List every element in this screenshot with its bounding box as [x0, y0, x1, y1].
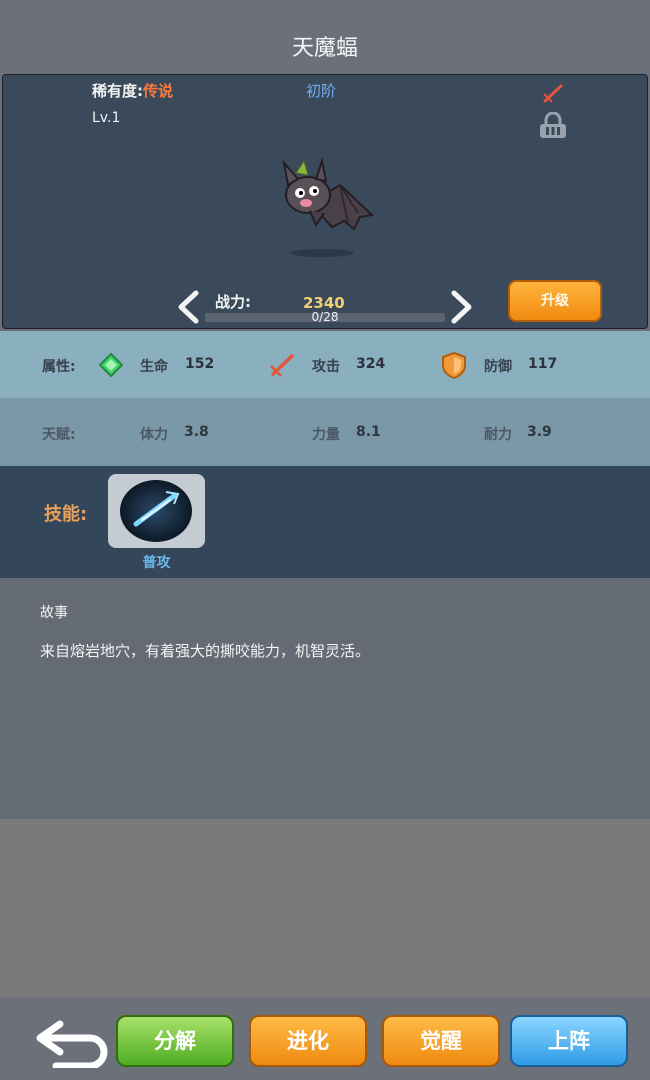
skills-band: [0, 466, 650, 578]
attributes-label: 属性:: [42, 359, 76, 375]
rarity-label: 稀有度:: [92, 82, 143, 100]
talent-value-stamina: 3.8: [184, 424, 209, 440]
decompose-button[interactable]: 分解: [116, 1015, 234, 1067]
level-label: Lv.1: [92, 110, 121, 126]
story-text: 来自熔岩地穴，有着强大的撕咬能力，机智灵活。: [40, 642, 371, 660]
talent-name-stamina: 体力: [140, 427, 168, 443]
awaken-button[interactable]: 觉醒: [382, 1015, 500, 1067]
page-title: 天魔蝠: [291, 36, 358, 61]
talent-name-strength: 力量: [312, 427, 340, 443]
bat-monster-sprite: [282, 157, 375, 257]
back-arrow-icon[interactable]: [34, 1018, 112, 1068]
upgrade-button[interactable]: 升级: [508, 280, 602, 322]
equip-sword-icon[interactable]: [540, 82, 566, 104]
sword-icon: [270, 354, 294, 377]
attr-name-life: 生命: [140, 359, 168, 375]
evolve-button[interactable]: 进化: [249, 1015, 367, 1067]
next-arrow-icon[interactable]: [450, 290, 474, 324]
attr-value-life: 152: [185, 356, 215, 372]
empty-area: [0, 819, 650, 997]
attr-value-attack: 324: [356, 356, 386, 372]
skill-name-normal-attack: 普攻: [142, 555, 171, 571]
rarity-row: 稀有度:传说: [92, 80, 173, 101]
skill-slot-normal-attack[interactable]: [108, 474, 205, 548]
talent-name-endurance: 耐力: [484, 427, 512, 443]
normal-attack-icon: [133, 491, 180, 527]
stage-label: 初阶: [306, 82, 337, 100]
shield-icon: [442, 351, 466, 379]
power-label: 战力:: [215, 293, 251, 311]
attr-value-defense: 117: [528, 356, 558, 372]
attr-name-defense: 防御: [484, 359, 512, 375]
skill-orb: [120, 480, 192, 542]
lock-icon[interactable]: [536, 112, 570, 140]
experience-text: 0/28: [311, 310, 339, 324]
talent-value-endurance: 3.9: [527, 424, 552, 440]
deploy-button[interactable]: 上阵: [510, 1015, 628, 1067]
previous-arrow-icon[interactable]: [176, 290, 200, 324]
story-band: [0, 578, 650, 819]
attr-name-attack: 攻击: [312, 359, 340, 375]
talent-value-strength: 8.1: [356, 424, 381, 440]
life-gem-icon: [98, 352, 124, 378]
story-title: 故事: [40, 605, 68, 621]
talents-label: 天赋:: [42, 427, 76, 443]
rarity-value: 传说: [143, 82, 174, 100]
skills-label: 技能:: [44, 504, 88, 525]
